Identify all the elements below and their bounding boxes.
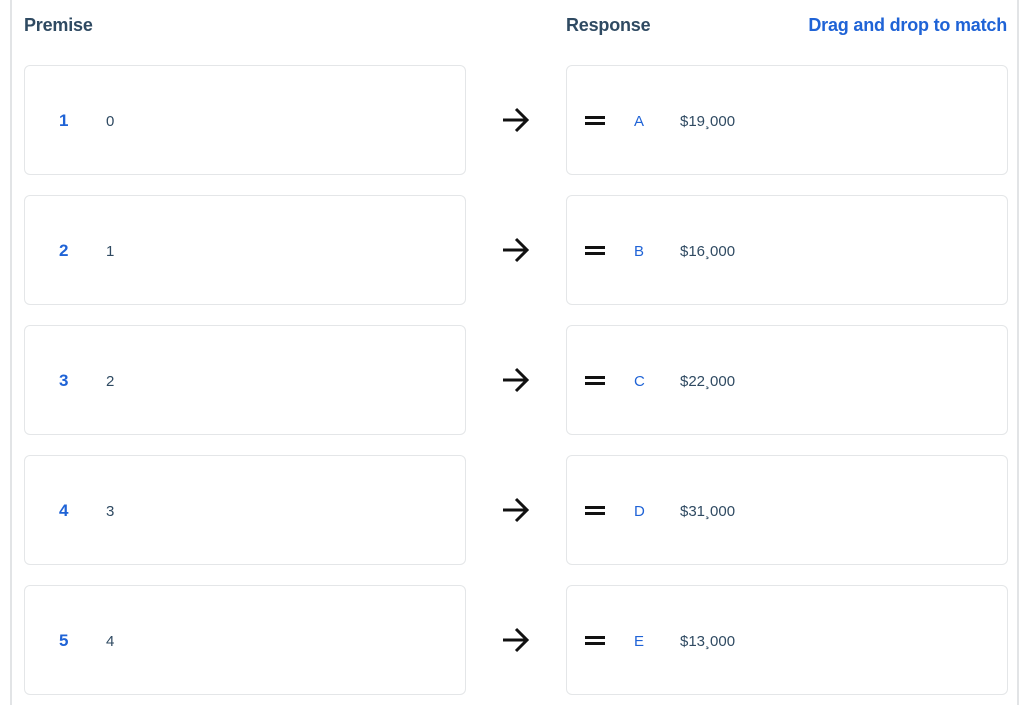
response-letter: D: [634, 503, 645, 520]
response-value: $22¸000: [680, 373, 736, 390]
arrow-right-icon: [500, 105, 532, 135]
response-value: $16¸000: [680, 243, 736, 260]
arrow-right-icon: [500, 365, 532, 395]
response-letter: C: [634, 373, 645, 390]
arrow-right-icon: [500, 235, 532, 265]
response-value: $19¸000: [680, 113, 736, 130]
response-letter: B: [634, 243, 645, 260]
premise-text: 4: [106, 633, 115, 650]
drag-handle-icon[interactable]: [585, 116, 607, 126]
premise-card: 21: [24, 195, 466, 305]
premise-card: 10: [24, 65, 466, 175]
premise-card: 43: [24, 455, 466, 565]
premise-text: 2: [106, 373, 115, 390]
premise-text: 0: [106, 113, 115, 130]
premise-text: 3: [106, 503, 115, 520]
arrow-right-icon: [500, 495, 532, 525]
premise-number: 2: [59, 241, 69, 260]
response-card[interactable]: A $19¸000: [566, 65, 1008, 175]
drag-handle-icon[interactable]: [585, 246, 607, 256]
response-letter: E: [634, 633, 645, 650]
response-value: $13¸000: [680, 633, 736, 650]
drag-handle-icon[interactable]: [585, 506, 607, 516]
arrow-right-icon: [500, 625, 532, 655]
premise-card: 32: [24, 325, 466, 435]
premise-number: 1: [59, 111, 69, 130]
response-card[interactable]: C $22¸000: [566, 325, 1008, 435]
response-value: $31¸000: [680, 503, 736, 520]
premise-number: 3: [59, 371, 69, 390]
response-card[interactable]: B $16¸000: [566, 195, 1008, 305]
premise-text: 1: [106, 243, 115, 260]
premise-number: 4: [59, 501, 69, 520]
drag-drop-instruction: Drag and drop to match: [808, 15, 1007, 35]
premise-card: 54: [24, 585, 466, 695]
drag-handle-icon[interactable]: [585, 376, 607, 386]
drag-handle-icon[interactable]: [585, 636, 607, 646]
premise-column-header: Premise: [24, 15, 93, 35]
response-card[interactable]: D $31¸000: [566, 455, 1008, 565]
response-column-header: Response: [566, 15, 651, 35]
response-card[interactable]: E $13¸000: [566, 585, 1008, 695]
premise-number: 5: [59, 631, 69, 650]
response-letter: A: [634, 113, 645, 130]
